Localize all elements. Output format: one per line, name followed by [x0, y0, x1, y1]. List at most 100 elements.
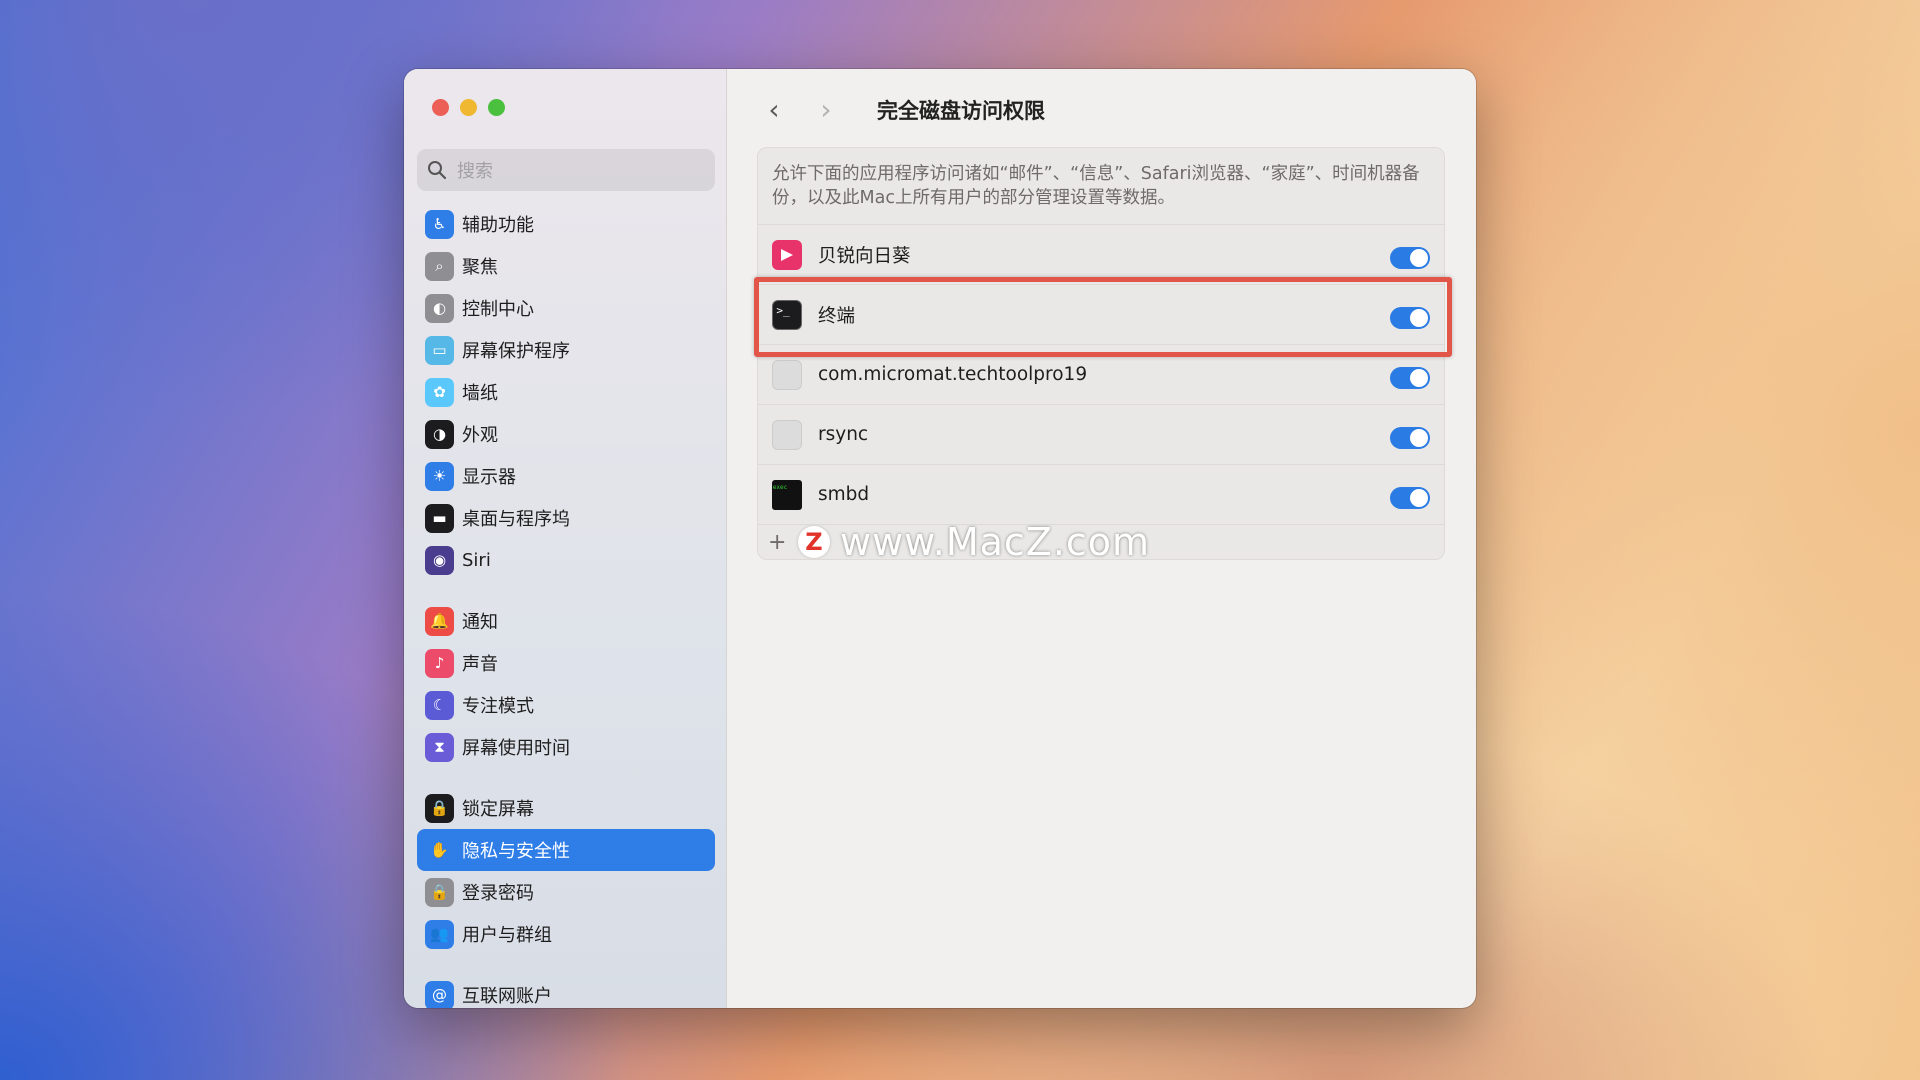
spotlight-icon: ⌕: [425, 251, 454, 281]
sidebar-item-label: 聚焦: [462, 257, 498, 278]
sidebar-item-label: 隐私与安全性: [462, 841, 570, 862]
sidebar-item-notifications[interactable]: 🔔 通知: [417, 600, 715, 642]
sidebar-item-label: 桌面与程序坞: [462, 509, 570, 530]
access-toggle[interactable]: [1390, 426, 1430, 449]
full-disk-access-panel: 允许下面的应用程序访问诸如“邮件”、“信息”、Safari浏览器、“家庭”、时间…: [757, 147, 1445, 560]
app-name: smbd: [818, 484, 870, 505]
sidebar-item-label: 墙纸: [462, 383, 498, 404]
app-name: 终端: [818, 305, 856, 327]
sidebar-item-siri[interactable]: ◉ Siri: [417, 539, 715, 581]
exec-icon: exec: [772, 479, 802, 510]
app-name: com.micromat.techtoolpro19: [818, 364, 1088, 385]
notifications-icon: 🔔: [425, 606, 454, 636]
generic-app-icon: [772, 359, 802, 390]
main-content: ‹ › 完全磁盘访问权限 允许下面的应用程序访问诸如“邮件”、“信息”、Safa…: [727, 69, 1476, 1008]
nav-group-gap: [417, 768, 715, 787]
sidebar-item-displays[interactable]: ☀ 显示器: [417, 455, 715, 497]
sidebar-item-control-center[interactable]: ◐ 控制中心: [417, 287, 715, 329]
system-settings-window: 搜索 ♿ 辅助功能 ⌕ 聚焦 ◐ 控制中心 ▭ 屏幕保护程序 ✿ 墙纸 ◑ 外观 ☀ 显示器 ▬ 桌面与程序坞…: [404, 69, 1476, 1008]
search-input[interactable]: 搜索: [417, 149, 715, 191]
sidebar-item-label: Siri: [462, 549, 491, 571]
toolbar: ‹ › 完全磁盘访问权限: [759, 93, 1045, 126]
sidebar-item-appearance[interactable]: ◑ 外观: [417, 413, 715, 455]
sidebar-item-internet-accounts[interactable]: @ 互联网账户: [417, 974, 715, 1008]
app-name: 贝锐向日葵: [818, 245, 911, 267]
panel-description: 允许下面的应用程序访问诸如“邮件”、“信息”、Safari浏览器、“家庭”、时间…: [758, 148, 1444, 225]
app-row: com.micromat.techtoolpro19: [758, 345, 1444, 405]
sidebar-item-label: 外观: [462, 425, 498, 446]
list-footer: + Z www.MacZ.com: [758, 520, 1444, 559]
add-app-button[interactable]: +: [768, 530, 786, 555]
wallpaper-icon: ✿: [425, 377, 454, 407]
access-toggle[interactable]: [1390, 306, 1430, 329]
displays-icon: ☀: [425, 461, 454, 491]
sidebar-item-label: 屏幕使用时间: [462, 738, 570, 759]
internet-accounts-icon: @: [425, 980, 454, 1008]
nav-group-gap: [417, 955, 715, 974]
desktop-dock-icon: ▬: [425, 503, 454, 533]
sidebar-item-label: 用户与群组: [462, 925, 552, 946]
generic-app-icon: [772, 419, 802, 450]
screensaver-icon: ▭: [425, 335, 454, 365]
zoom-button[interactable]: [488, 99, 505, 116]
sidebar-item-lock-screen[interactable]: 🔒 锁定屏幕: [417, 787, 715, 829]
appearance-icon: ◑: [425, 419, 454, 449]
nav-group-gap: [417, 581, 715, 600]
sidebar-nav: ♿ 辅助功能 ⌕ 聚焦 ◐ 控制中心 ▭ 屏幕保护程序 ✿ 墙纸 ◑ 外观 ☀ 显示器 ▬ 桌面与程序坞 ◉ Si…: [417, 203, 715, 1008]
login-password-icon: 🔒: [425, 877, 454, 907]
chevron-left-icon[interactable]: ‹: [759, 93, 789, 126]
app-row: 贝锐向日葵: [758, 225, 1444, 285]
lock-screen-icon: 🔒: [425, 793, 454, 823]
users-groups-icon: 👥: [425, 919, 454, 949]
focus-icon: ☾: [425, 690, 454, 720]
watermark-logo: Z: [798, 526, 830, 558]
sidebar-item-screensaver[interactable]: ▭ 屏幕保护程序: [417, 329, 715, 371]
sidebar-item-focus[interactable]: ☾ 专注模式: [417, 684, 715, 726]
watermark: Z www.MacZ.com: [798, 520, 1151, 560]
sidebar-item-label: 声音: [462, 654, 498, 675]
window-controls: [432, 99, 505, 116]
sidebar-item-label: 辅助功能: [462, 215, 534, 236]
sidebar-item-users-groups[interactable]: 👥 用户与群组: [417, 913, 715, 955]
sunlogin-icon: [772, 239, 802, 270]
sidebar-item-label: 登录密码: [462, 883, 534, 904]
terminal-icon: >_: [772, 299, 802, 330]
sidebar-item-label: 显示器: [462, 467, 516, 488]
page-title: 完全磁盘访问权限: [877, 98, 1045, 123]
access-toggle[interactable]: [1390, 366, 1430, 389]
app-name: rsync: [818, 424, 869, 445]
privacy-hand-icon: ✋: [425, 835, 454, 865]
sidebar-item-wallpaper[interactable]: ✿ 墙纸: [417, 371, 715, 413]
sidebar-item-sound[interactable]: ♪ 声音: [417, 642, 715, 684]
sidebar-item-label: 互联网账户: [462, 986, 552, 1007]
sidebar: 搜索 ♿ 辅助功能 ⌕ 聚焦 ◐ 控制中心 ▭ 屏幕保护程序 ✿ 墙纸 ◑ 外观 ☀ 显示器 ▬ 桌面与程序坞…: [404, 69, 727, 1008]
control-center-icon: ◐: [425, 293, 454, 323]
sidebar-item-screen-time[interactable]: ⧗ 屏幕使用时间: [417, 726, 715, 768]
siri-icon: ◉: [425, 545, 454, 575]
sidebar-item-spotlight[interactable]: ⌕ 聚焦: [417, 245, 715, 287]
sidebar-item-accessibility[interactable]: ♿ 辅助功能: [417, 203, 715, 245]
app-list: 贝锐向日葵 >_ 终端 com.micromat.techtoolpro19 rsync…: [758, 225, 1444, 525]
app-row: rsync: [758, 405, 1444, 465]
access-toggle[interactable]: [1390, 246, 1430, 269]
watermark-text: www.MacZ.com: [840, 520, 1151, 560]
sidebar-item-login-password[interactable]: 🔒 登录密码: [417, 871, 715, 913]
close-button[interactable]: [432, 99, 449, 116]
access-toggle[interactable]: [1390, 486, 1430, 509]
sidebar-item-desktop-dock[interactable]: ▬ 桌面与程序坞: [417, 497, 715, 539]
minimize-button[interactable]: [460, 99, 477, 116]
app-row: >_ 终端: [758, 285, 1444, 345]
sidebar-item-label: 锁定屏幕: [462, 799, 534, 820]
sidebar-item-privacy-hand[interactable]: ✋ 隐私与安全性: [417, 829, 715, 871]
sidebar-item-label: 控制中心: [462, 299, 534, 320]
chevron-right-icon[interactable]: ›: [811, 93, 841, 126]
sidebar-item-label: 通知: [462, 612, 498, 633]
search-placeholder: 搜索: [457, 161, 493, 182]
sound-icon: ♪: [425, 648, 454, 678]
sidebar-item-label: 专注模式: [462, 696, 534, 717]
sidebar-item-label: 屏幕保护程序: [462, 341, 570, 362]
screen-time-icon: ⧗: [425, 732, 454, 762]
accessibility-icon: ♿: [425, 209, 454, 239]
search-icon: [428, 161, 447, 180]
app-row: exec smbd: [758, 465, 1444, 525]
